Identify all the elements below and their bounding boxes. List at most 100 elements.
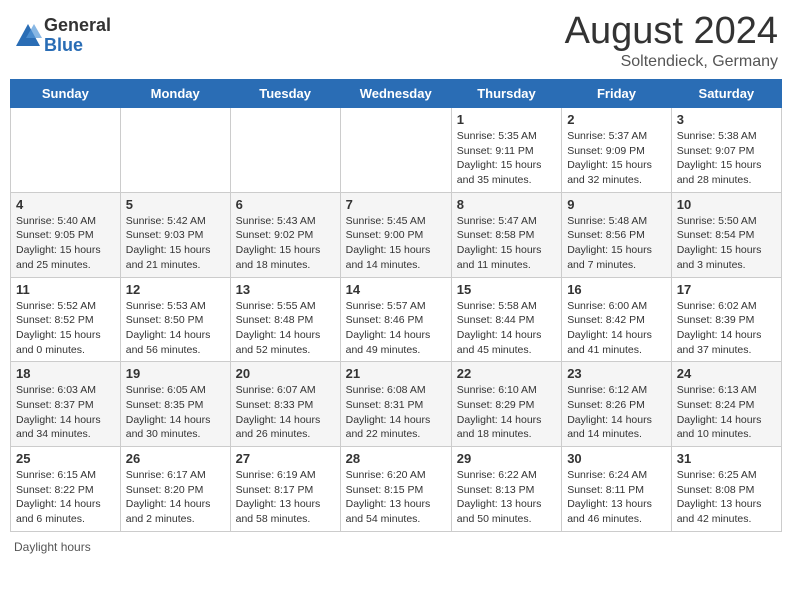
calendar-header: SundayMondayTuesdayWednesdayThursdayFrid…: [11, 80, 782, 108]
day-info: Sunrise: 5:45 AM Sunset: 9:00 PM Dayligh…: [346, 214, 446, 273]
day-number: 17: [677, 282, 776, 297]
logo-icon: [14, 22, 42, 50]
day-number: 7: [346, 197, 446, 212]
calendar-cell: 28 Sunrise: 6:20 AM Sunset: 8:15 PM Dayli…: [340, 447, 451, 532]
day-headers-row: SundayMondayTuesdayWednesdayThursdayFrid…: [11, 80, 782, 108]
logo: General Blue: [14, 16, 111, 56]
day-number: 22: [457, 366, 556, 381]
day-info: Sunrise: 6:05 AM Sunset: 8:35 PM Dayligh…: [126, 383, 225, 442]
day-header-friday: Friday: [562, 80, 672, 108]
calendar-cell: 22 Sunrise: 6:10 AM Sunset: 8:29 PM Dayli…: [451, 362, 561, 447]
day-number: 3: [677, 112, 776, 127]
day-info: Sunrise: 5:53 AM Sunset: 8:50 PM Dayligh…: [126, 299, 225, 358]
day-number: 12: [126, 282, 225, 297]
day-number: 1: [457, 112, 556, 127]
calendar-cell: 20 Sunrise: 6:07 AM Sunset: 8:33 PM Dayli…: [230, 362, 340, 447]
calendar-week-row: 4Sunrise: 5:40 AM Sunset: 9:05 PM Daylig…: [11, 192, 782, 277]
daylight-hours-label: Daylight hours: [14, 540, 91, 554]
calendar-cell: [120, 108, 230, 193]
day-header-wednesday: Wednesday: [340, 80, 451, 108]
calendar-week-row: 18Sunrise: 6:03 AM Sunset: 8:37 PM Dayli…: [11, 362, 782, 447]
logo-general-text: General: [44, 16, 111, 36]
logo-blue-text: Blue: [44, 36, 111, 56]
day-number: 28: [346, 451, 446, 466]
day-info: Sunrise: 6:15 AM Sunset: 8:22 PM Dayligh…: [16, 468, 115, 527]
day-number: 20: [236, 366, 335, 381]
day-info: Sunrise: 6:19 AM Sunset: 8:17 PM Dayligh…: [236, 468, 335, 527]
day-info: Sunrise: 5:55 AM Sunset: 8:48 PM Dayligh…: [236, 299, 335, 358]
calendar-cell: 2 Sunrise: 5:37 AM Sunset: 9:09 PM Daylig…: [562, 108, 672, 193]
day-number: 8: [457, 197, 556, 212]
calendar-cell: 24 Sunrise: 6:13 AM Sunset: 8:24 PM Dayli…: [671, 362, 781, 447]
calendar-week-row: 11 Sunrise: 5:52 AM Sunset: 8:52 PM Dayli…: [11, 277, 782, 362]
calendar-cell: 13Sunrise: 5:55 AM Sunset: 8:48 PM Dayli…: [230, 277, 340, 362]
day-info: Sunrise: 6:12 AM Sunset: 8:26 PM Dayligh…: [567, 383, 666, 442]
calendar-cell: 9 Sunrise: 5:48 AM Sunset: 8:56 PM Daylig…: [562, 192, 672, 277]
calendar-cell: 18Sunrise: 6:03 AM Sunset: 8:37 PM Dayli…: [11, 362, 121, 447]
day-number: 25: [16, 451, 115, 466]
location-subtitle: Soltendieck, Germany: [565, 53, 778, 71]
day-header-tuesday: Tuesday: [230, 80, 340, 108]
day-number: 27: [236, 451, 335, 466]
day-number: 15: [457, 282, 556, 297]
calendar-cell: 12 Sunrise: 5:53 AM Sunset: 8:50 PM Dayli…: [120, 277, 230, 362]
day-info: Sunrise: 6:17 AM Sunset: 8:20 PM Dayligh…: [126, 468, 225, 527]
calendar-cell: 26Sunrise: 6:17 AM Sunset: 8:20 PM Dayli…: [120, 447, 230, 532]
calendar-week-row: 25 Sunrise: 6:15 AM Sunset: 8:22 PM Dayli…: [11, 447, 782, 532]
day-info: Sunrise: 6:13 AM Sunset: 8:24 PM Dayligh…: [677, 383, 776, 442]
title-block: August 2024 Soltendieck, Germany: [565, 10, 778, 71]
day-number: 29: [457, 451, 556, 466]
calendar-cell: 7 Sunrise: 5:45 AM Sunset: 9:00 PM Daylig…: [340, 192, 451, 277]
day-number: 21: [346, 366, 446, 381]
day-info: Sunrise: 6:02 AM Sunset: 8:39 PM Dayligh…: [677, 299, 776, 358]
month-year-title: August 2024: [565, 10, 778, 53]
day-number: 9: [567, 197, 666, 212]
day-info: Sunrise: 5:50 AM Sunset: 8:54 PM Dayligh…: [677, 214, 776, 273]
calendar-table: SundayMondayTuesdayWednesdayThursdayFrid…: [10, 79, 782, 532]
calendar-cell: 6Sunrise: 5:43 AM Sunset: 9:02 PM Daylig…: [230, 192, 340, 277]
day-info: Sunrise: 6:24 AM Sunset: 8:11 PM Dayligh…: [567, 468, 666, 527]
day-number: 23: [567, 366, 666, 381]
calendar-cell: 17 Sunrise: 6:02 AM Sunset: 8:39 PM Dayli…: [671, 277, 781, 362]
day-number: 30: [567, 451, 666, 466]
day-number: 10: [677, 197, 776, 212]
day-info: Sunrise: 5:57 AM Sunset: 8:46 PM Dayligh…: [346, 299, 446, 358]
day-number: 2: [567, 112, 666, 127]
day-info: Sunrise: 5:58 AM Sunset: 8:44 PM Dayligh…: [457, 299, 556, 358]
day-info: Sunrise: 5:42 AM Sunset: 9:03 PM Dayligh…: [126, 214, 225, 273]
day-info: Sunrise: 6:07 AM Sunset: 8:33 PM Dayligh…: [236, 383, 335, 442]
calendar-cell: [230, 108, 340, 193]
calendar-cell: 31Sunrise: 6:25 AM Sunset: 8:08 PM Dayli…: [671, 447, 781, 532]
calendar-cell: [11, 108, 121, 193]
calendar-cell: 11 Sunrise: 5:52 AM Sunset: 8:52 PM Dayli…: [11, 277, 121, 362]
day-info: Sunrise: 6:25 AM Sunset: 8:08 PM Dayligh…: [677, 468, 776, 527]
day-info: Sunrise: 6:20 AM Sunset: 8:15 PM Dayligh…: [346, 468, 446, 527]
day-number: 6: [236, 197, 335, 212]
day-number: 19: [126, 366, 225, 381]
calendar-body: 1 Sunrise: 5:35 AM Sunset: 9:11 PM Daylig…: [11, 108, 782, 532]
day-info: Sunrise: 5:47 AM Sunset: 8:58 PM Dayligh…: [457, 214, 556, 273]
day-info: Sunrise: 5:35 AM Sunset: 9:11 PM Dayligh…: [457, 129, 556, 188]
day-info: Sunrise: 5:48 AM Sunset: 8:56 PM Dayligh…: [567, 214, 666, 273]
calendar-cell: [340, 108, 451, 193]
page-header: General Blue August 2024 Soltendieck, Ge…: [10, 10, 782, 71]
calendar-cell: 25 Sunrise: 6:15 AM Sunset: 8:22 PM Dayli…: [11, 447, 121, 532]
legend: Daylight hours: [10, 540, 782, 554]
calendar-cell: 19 Sunrise: 6:05 AM Sunset: 8:35 PM Dayli…: [120, 362, 230, 447]
calendar-cell: 3Sunrise: 5:38 AM Sunset: 9:07 PM Daylig…: [671, 108, 781, 193]
day-info: Sunrise: 5:52 AM Sunset: 8:52 PM Dayligh…: [16, 299, 115, 358]
day-info: Sunrise: 6:10 AM Sunset: 8:29 PM Dayligh…: [457, 383, 556, 442]
day-header-sunday: Sunday: [11, 80, 121, 108]
day-info: Sunrise: 5:37 AM Sunset: 9:09 PM Dayligh…: [567, 129, 666, 188]
day-header-monday: Monday: [120, 80, 230, 108]
calendar-cell: 27 Sunrise: 6:19 AM Sunset: 8:17 PM Dayli…: [230, 447, 340, 532]
day-number: 24: [677, 366, 776, 381]
day-number: 4: [16, 197, 115, 212]
calendar-week-row: 1 Sunrise: 5:35 AM Sunset: 9:11 PM Daylig…: [11, 108, 782, 193]
day-number: 16: [567, 282, 666, 297]
day-info: Sunrise: 6:22 AM Sunset: 8:13 PM Dayligh…: [457, 468, 556, 527]
day-header-thursday: Thursday: [451, 80, 561, 108]
day-number: 18: [16, 366, 115, 381]
calendar-cell: 16Sunrise: 6:00 AM Sunset: 8:42 PM Dayli…: [562, 277, 672, 362]
day-number: 11: [16, 282, 115, 297]
